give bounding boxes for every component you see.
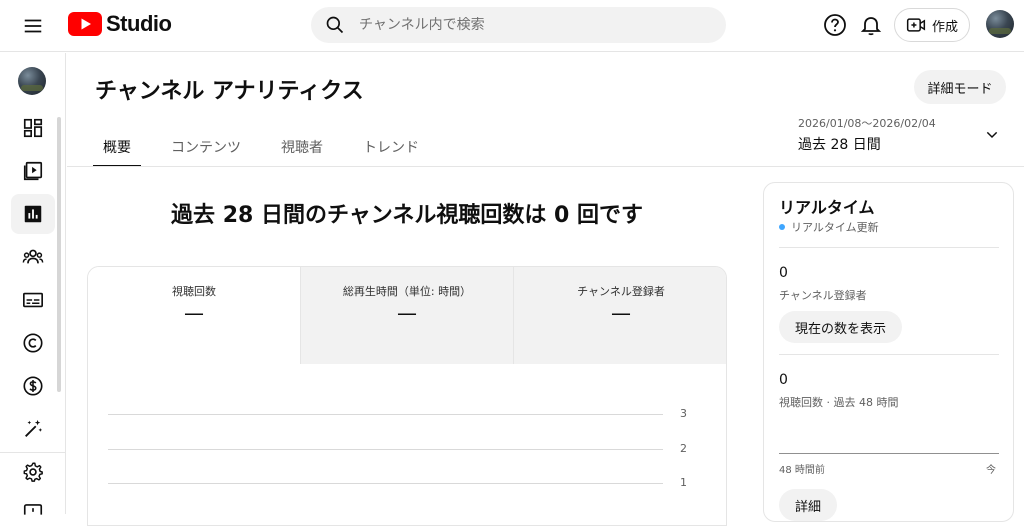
page-title: チャンネル アナリティクス <box>95 79 364 104</box>
grid-line <box>108 414 663 415</box>
sidebar-scrollbar[interactable] <box>57 117 61 392</box>
metric-label: 視聴回数 <box>172 285 216 298</box>
grid-line <box>108 483 663 484</box>
sidebar-item-copyright[interactable] <box>11 323 55 363</box>
sidebar-item-customization[interactable] <box>11 409 55 449</box>
tab-content[interactable]: コンテンツ <box>161 131 251 167</box>
menu-icon[interactable] <box>22 15 44 37</box>
create-button[interactable]: 作成 <box>894 8 970 42</box>
logo-text: Studio <box>106 11 172 36</box>
realtime-divider <box>779 354 999 355</box>
views-headline: 過去 28 日間のチャンネル視聴回数は 0 回です <box>171 203 643 228</box>
top-bar: Studio 作成 <box>0 0 1024 52</box>
tab-trends[interactable]: トレンド <box>353 131 429 167</box>
sidebar-item-earn[interactable] <box>11 366 55 406</box>
feedback-icon <box>23 504 43 515</box>
magic-wand-icon <box>25 419 43 437</box>
live-dot-icon <box>779 224 785 230</box>
date-range-text: 2026/01/08〜2026/02/04 <box>798 117 936 130</box>
details-button[interactable]: 詳細 <box>779 489 838 521</box>
gear-icon <box>23 462 43 482</box>
dashboard-icon <box>23 118 43 138</box>
search-bar[interactable] <box>311 7 726 43</box>
metric-value: — <box>184 301 204 325</box>
y-tick-label: 1 <box>680 476 687 489</box>
metric-views[interactable]: 視聴回数 — <box>88 267 301 364</box>
search-icon[interactable] <box>325 15 345 35</box>
help-icon[interactable] <box>823 13 847 37</box>
realtime-axis-end: 今 <box>986 465 996 476</box>
realtime-subscribers-label: チャンネル登録者 <box>779 289 867 302</box>
sidebar-item-community[interactable] <box>11 237 55 277</box>
sidebar-item-content[interactable] <box>11 151 55 191</box>
tabs-divider <box>67 166 1024 167</box>
metric-label: チャンネル登録者 <box>577 285 665 298</box>
detail-mode-button[interactable]: 詳細モード <box>914 70 1006 104</box>
realtime-live-label: リアルタイム更新 <box>791 221 879 234</box>
sidebar <box>0 53 66 515</box>
metric-value: — <box>611 301 631 325</box>
realtime-title: リアルタイム <box>779 198 875 217</box>
views-chart: 3 2 1 <box>88 364 726 525</box>
analytics-icon <box>24 205 42 223</box>
realtime-chart-axis <box>779 453 999 454</box>
account-avatar[interactable] <box>986 10 1014 38</box>
channel-avatar[interactable] <box>18 67 46 95</box>
subtitles-icon <box>23 292 43 308</box>
realtime-live-status: リアルタイム更新 <box>779 219 879 235</box>
tab-audience[interactable]: 視聴者 <box>271 131 333 167</box>
tab-overview[interactable]: 概要 <box>93 131 141 167</box>
main-content: チャンネル アナリティクス 詳細モード 概要 コンテンツ 視聴者 トレンド 20… <box>67 53 1024 526</box>
realtime-axis-start: 48 時間前 <box>779 465 825 476</box>
tab-bar: 概要 コンテンツ 視聴者 トレンド <box>93 131 449 167</box>
realtime-divider <box>779 247 999 248</box>
copyright-icon <box>23 333 43 353</box>
metric-value: — <box>397 301 417 325</box>
create-label: 作成 <box>931 19 958 35</box>
search-input[interactable] <box>359 17 689 33</box>
date-range-picker[interactable]: 2026/01/08〜2026/02/04 過去 28 日間 <box>798 115 936 154</box>
chevron-down-icon[interactable] <box>984 127 1000 143</box>
sidebar-item-subtitles[interactable] <box>11 280 55 320</box>
show-current-count-button[interactable]: 現在の数を表示 <box>779 311 903 343</box>
notifications-bell-icon[interactable] <box>859 13 883 37</box>
sidebar-item-dashboard[interactable] <box>11 108 55 148</box>
metric-watch-time[interactable]: 総再生時間（単位: 時間） — <box>301 267 514 364</box>
studio-logo[interactable]: Studio <box>68 10 172 38</box>
sidebar-item-analytics[interactable] <box>11 194 55 234</box>
youtube-logo-icon <box>68 12 102 36</box>
y-tick-label: 3 <box>680 407 687 420</box>
realtime-subscribers-value: 0 <box>779 265 788 281</box>
video-add-icon <box>906 18 926 32</box>
date-period-text: 過去 28 日間 <box>798 137 881 153</box>
metric-subscribers[interactable]: チャンネル登録者 — <box>514 267 726 364</box>
metrics-card: 視聴回数 — 総再生時間（単位: 時間） — チャンネル登録者 — 3 2 1 <box>87 266 727 526</box>
realtime-card: リアルタイム リアルタイム更新 0 チャンネル登録者 現在の数を表示 0 視聴回… <box>763 182 1014 522</box>
dollar-icon <box>23 376 43 396</box>
community-icon <box>22 249 44 264</box>
y-tick-label: 2 <box>680 442 687 455</box>
grid-line <box>108 449 663 450</box>
metric-label: 総再生時間（単位: 時間） <box>342 285 472 298</box>
content-icon <box>23 161 43 181</box>
realtime-views-value: 0 <box>779 372 788 388</box>
sidebar-item-settings[interactable] <box>11 452 55 492</box>
realtime-views-label: 視聴回数 · 過去 48 時間 <box>779 396 899 409</box>
